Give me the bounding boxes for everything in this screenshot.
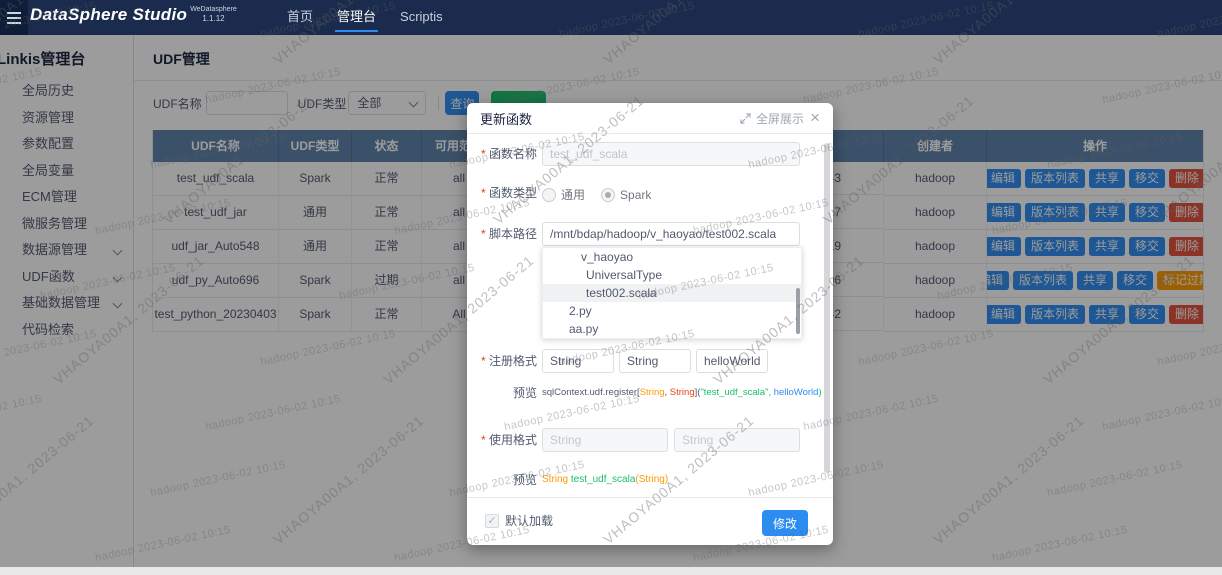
app-window: DataSphere Studio WeDatasphere 1.1.12 首页… <box>0 0 1222 575</box>
usage-format-input[interactable] <box>674 428 800 452</box>
logo-text: DataSphere Studio <box>30 5 187 25</box>
usage-inputs <box>542 428 800 452</box>
function-type-group: 通用 Spark <box>542 186 667 205</box>
register-inputs <box>542 349 768 373</box>
update-function-modal: 更新函数 全屏展示 × 函数名称 函数类型 通用 Spark 脚本路径 v_hao… <box>467 103 833 545</box>
tree-item[interactable]: test002.scala <box>543 284 801 302</box>
usage-format-input[interactable] <box>542 428 668 452</box>
close-icon[interactable]: × <box>810 111 820 125</box>
fullscreen-label: 全屏展示 <box>756 110 804 127</box>
script-path-input[interactable] <box>542 222 800 246</box>
modal-footer: ✓ 默认加载 修改 <box>467 497 833 545</box>
register-preview-label: 预览 <box>467 386 537 400</box>
nav-item-0[interactable]: 首页 <box>285 0 315 35</box>
logo-badge: WeDatasphere <box>190 6 237 14</box>
tree-item[interactable]: v_haoyao <box>543 248 801 266</box>
function-name-label: 函数名称 <box>467 142 537 166</box>
register-format-label: 注册格式 <box>467 349 537 373</box>
modal-title: 更新函数 <box>480 109 532 128</box>
path-tree-dropdown: v_haoyaoUniversalTypetest002.scala2.pyaa… <box>542 247 802 339</box>
script-path-label: 脚本路径 <box>467 222 537 246</box>
logo-version: 1.1.12 <box>190 14 237 23</box>
modal-header: 更新函数 全屏展示 × <box>467 103 833 134</box>
menu-icon[interactable] <box>0 0 28 35</box>
usage-format-label: 使用格式 <box>467 428 537 452</box>
register-preview-code: sqlContext.udf.register[String, String](… <box>542 386 822 400</box>
function-type-label: 函数类型 <box>467 183 537 203</box>
function-name-input[interactable] <box>542 142 800 166</box>
logo-sub: WeDatasphere 1.1.12 <box>190 6 237 23</box>
usage-preview-code: String test_udf_scala(String) <box>542 473 668 487</box>
radio-icon <box>601 188 615 202</box>
app-logo: DataSphere Studio WeDatasphere 1.1.12 <box>30 5 237 25</box>
tree-item[interactable]: UniversalType <box>543 266 801 284</box>
nav-item-2[interactable]: Scriptis <box>398 0 445 35</box>
tree-item[interactable]: 2.py <box>543 302 801 320</box>
register-format-input[interactable] <box>542 349 614 373</box>
radio-option[interactable]: 通用 <box>542 186 585 203</box>
nav-item-1[interactable]: 管理台 <box>335 0 378 35</box>
top-header-bar: DataSphere Studio WeDatasphere 1.1.12 首页… <box>0 0 1222 35</box>
tree-item[interactable]: aa.py <box>543 320 801 338</box>
radio-icon <box>542 188 556 202</box>
default-load-checkbox[interactable]: ✓ <box>485 514 499 528</box>
register-format-input[interactable] <box>619 349 691 373</box>
submit-button[interactable]: 修改 <box>762 510 808 536</box>
register-format-input[interactable] <box>696 349 768 373</box>
usage-preview-label: 预览 <box>467 473 537 487</box>
radio-label: 通用 <box>561 186 585 203</box>
path-tree: v_haoyaoUniversalTypetest002.scala2.pyaa… <box>543 248 801 338</box>
top-nav: 首页管理台 Scriptis <box>285 0 445 35</box>
fullscreen-toggle[interactable]: 全屏展示 <box>740 110 804 127</box>
default-load-label: 默认加载 <box>505 514 553 528</box>
fullscreen-icon <box>740 113 751 124</box>
radio-label: Spark <box>620 188 651 202</box>
tree-scrollbar[interactable] <box>796 288 800 334</box>
modal-scrollbar[interactable] <box>824 143 830 473</box>
radio-option[interactable]: Spark <box>601 188 651 202</box>
